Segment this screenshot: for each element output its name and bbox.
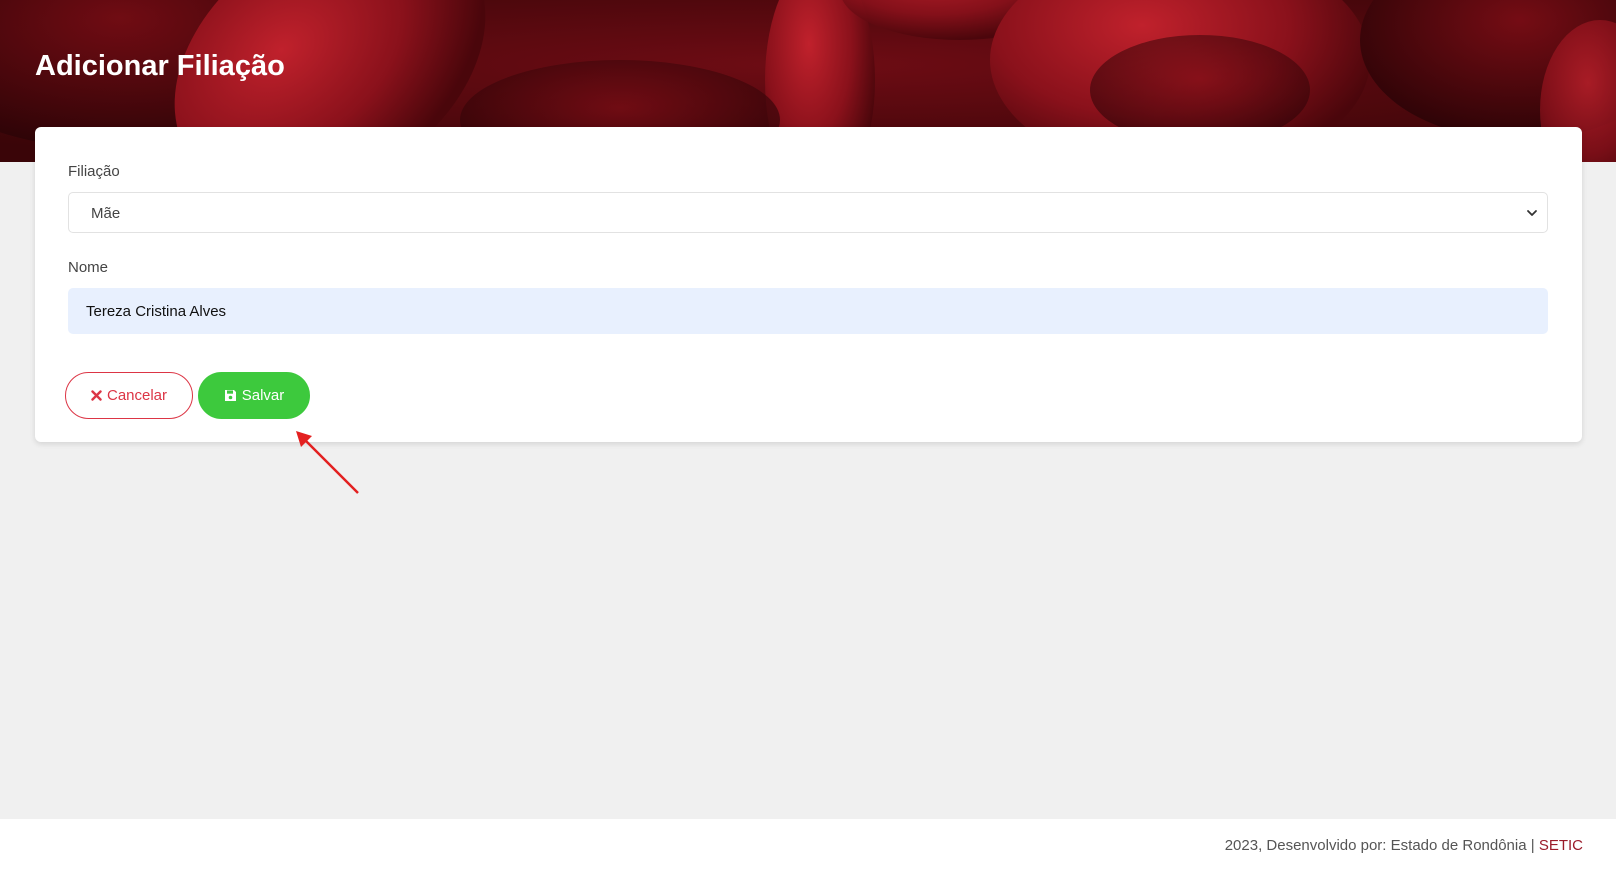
footer: 2023, Desenvolvido por: Estado de Rondôn…	[0, 819, 1616, 875]
cancel-button-label: Cancelar	[106, 387, 168, 404]
nome-input[interactable]	[68, 288, 1548, 334]
save-button[interactable]: Salvar	[198, 372, 310, 419]
filiacao-label: Filiação	[68, 163, 120, 180]
setic-link[interactable]: SETIC	[1539, 837, 1583, 854]
nome-label: Nome	[68, 259, 109, 276]
form-card: Filiação Mãe Nome Cancelar Salvar	[35, 127, 1582, 442]
filiacao-select[interactable]: Mãe	[68, 192, 1548, 233]
footer-text: 2023, Desenvolvido por: Estado de Rondôn…	[1225, 837, 1583, 854]
floppy-disk-icon	[224, 390, 236, 401]
cancel-button[interactable]: Cancelar	[65, 372, 193, 419]
page-title: Adicionar Filiação	[35, 50, 285, 82]
page: Adicionar Filiação Filiação Mãe Nome Can…	[0, 0, 1616, 875]
save-button-label: Salvar	[241, 387, 285, 404]
times-icon	[91, 390, 102, 401]
chevron-down-icon	[1527, 210, 1537, 216]
filiacao-selected-value: Mãe	[91, 205, 121, 222]
footer-credits: 2023, Desenvolvido por: Estado de Rondôn…	[1224, 837, 1539, 854]
